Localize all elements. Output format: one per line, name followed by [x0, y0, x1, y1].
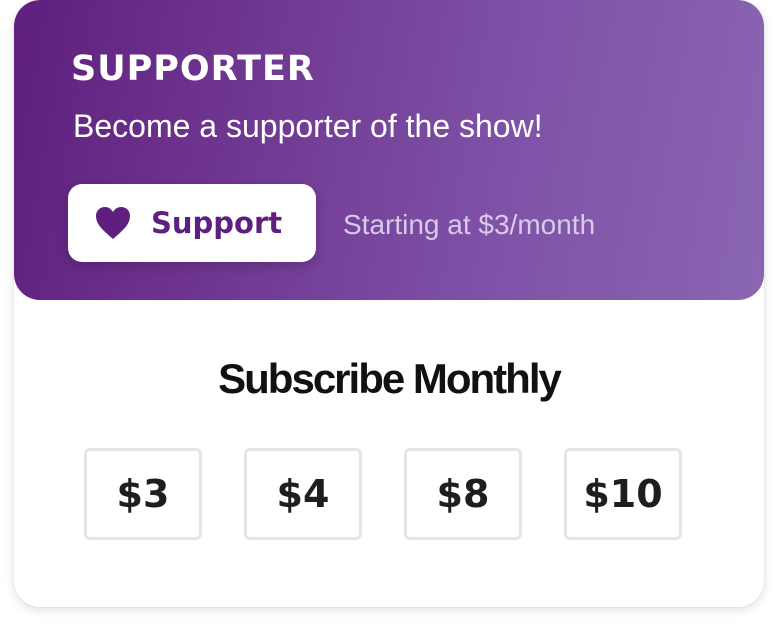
heart-icon: [96, 207, 130, 239]
supporter-banner: SUPPORTER Become a supporter of the show…: [14, 0, 764, 300]
tier-title: SUPPORTER: [71, 49, 315, 89]
amount-button-8[interactable]: $8: [404, 448, 522, 540]
amount-button-10[interactable]: $10: [564, 448, 682, 540]
support-button-label: Support: [151, 206, 283, 240]
amount-button-4[interactable]: $4: [244, 448, 362, 540]
amount-button-3[interactable]: $3: [84, 448, 202, 540]
support-button[interactable]: Support: [68, 184, 316, 262]
tier-subtitle: Become a supporter of the show!: [73, 108, 543, 144]
price-note: Starting at $3/month: [343, 209, 596, 240]
subscribe-title: Subscribe Monthly: [218, 355, 562, 402]
amount-options: $3 $4 $8 $10: [84, 448, 688, 544]
supporter-card: SUPPORTER Become a supporter of the show…: [14, 0, 764, 607]
